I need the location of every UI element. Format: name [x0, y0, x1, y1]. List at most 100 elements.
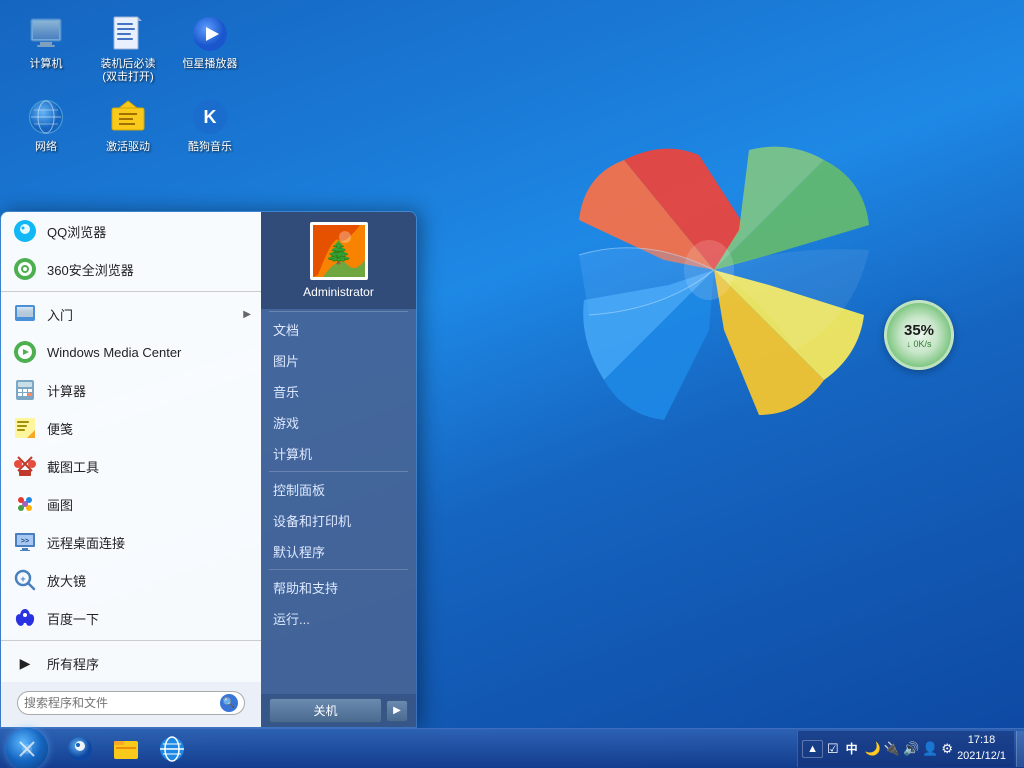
- tray-expand-button[interactable]: ▲: [802, 740, 823, 758]
- shutdown-bar: 关机 ▶: [261, 694, 416, 727]
- menu-item-all-programs[interactable]: ▶ 所有程序: [1, 644, 261, 682]
- user-name: Administrator: [303, 285, 374, 299]
- desktop-icon-computer[interactable]: 计算机: [10, 10, 82, 88]
- default-programs-label: 默认程序: [273, 542, 325, 561]
- start-orb[interactable]: [6, 728, 48, 768]
- menu-item-wmc[interactable]: Windows Media Center: [1, 333, 261, 371]
- taskbar-app-explorer[interactable]: [104, 731, 148, 767]
- sticky-notes-icon: [11, 414, 39, 442]
- menu-item-devices-printers[interactable]: 设备和打印机: [261, 505, 416, 536]
- menu-item-documents[interactable]: 文档: [261, 314, 416, 345]
- net-speed: ↓ 0K/s: [906, 339, 931, 349]
- menu-item-snipping[interactable]: 截图工具: [1, 447, 261, 485]
- all-programs-label: 所有程序: [47, 654, 251, 673]
- show-desktop-button[interactable]: [1016, 731, 1024, 767]
- shutdown-button[interactable]: 关机: [269, 698, 382, 723]
- wmc-icon: [11, 338, 39, 366]
- start-menu-right: 🌲 Administrator 文档 图片 音乐 游戏 计算机: [261, 212, 416, 727]
- intro-label: 入门: [47, 305, 235, 324]
- network-label: 网络: [35, 141, 57, 154]
- svg-text:🌲: 🌲: [325, 240, 352, 265]
- tray-icons-group: ☑ 中 🌙 🔌 🔊 👤 ⚙: [827, 738, 953, 759]
- network-icon-img: [26, 97, 66, 137]
- intro-icon: [11, 300, 39, 328]
- svg-text:K: K: [204, 107, 217, 127]
- clock[interactable]: 17:18 2021/12/1: [953, 733, 1010, 764]
- desktop-icon-kugou[interactable]: K 酷狗音乐: [174, 93, 246, 158]
- icon-row-2: 网络 激活驱动: [10, 93, 246, 158]
- menu-item-pictures[interactable]: 图片: [261, 345, 416, 376]
- tray-icon-gear[interactable]: ⚙: [941, 741, 953, 757]
- 360-browser-icon: [11, 255, 39, 283]
- kugou-icon-img: K: [190, 97, 230, 137]
- windows-logo: [524, 80, 904, 465]
- menu-item-sticky-notes[interactable]: 便笺: [1, 409, 261, 447]
- menu-item-control-panel[interactable]: 控制面板: [261, 474, 416, 505]
- pictures-label: 图片: [273, 351, 299, 370]
- tray-icon-moon[interactable]: 🌙: [865, 741, 881, 757]
- lang-indicator[interactable]: 中: [842, 738, 862, 759]
- desktop-icon-post-install[interactable]: 装机后必读(双击打开): [92, 10, 164, 88]
- shutdown-arrow[interactable]: ▶: [386, 700, 408, 722]
- documents-label: 文档: [273, 320, 299, 339]
- menu-item-games[interactable]: 游戏: [261, 407, 416, 438]
- magnifier-label: 放大镜: [47, 571, 251, 590]
- qq-browser-icon: [11, 217, 39, 245]
- menu-item-remote-desktop[interactable]: >> 远程桌面连接: [1, 523, 261, 561]
- qq-browser-label: QQ浏览器: [47, 222, 251, 241]
- svg-text:+: +: [20, 574, 25, 584]
- start-menu-left: QQ浏览器 360安全浏览器: [1, 212, 261, 727]
- menu-item-360-browser[interactable]: 360安全浏览器: [1, 250, 261, 288]
- remote-desktop-label: 远程桌面连接: [47, 533, 251, 552]
- search-input[interactable]: [24, 696, 220, 710]
- menu-item-intro[interactable]: 入门 ▶: [1, 295, 261, 333]
- tray-icon-checkbox[interactable]: ☑: [827, 741, 839, 757]
- menu-item-help-support[interactable]: 帮助和支持: [261, 572, 416, 603]
- right-spacer: [261, 634, 416, 694]
- taskbar-app-ie[interactable]: [150, 731, 194, 767]
- desktop-icon-network[interactable]: 网络: [10, 93, 82, 158]
- run-label: 运行...: [273, 609, 310, 628]
- tray-icon-sound[interactable]: 🔊: [903, 741, 919, 757]
- snipping-label: 截图工具: [47, 457, 251, 476]
- wmc-label: Windows Media Center: [47, 345, 251, 360]
- 360-browser-label: 360安全浏览器: [47, 260, 251, 279]
- menu-item-paint[interactable]: 画图: [1, 485, 261, 523]
- baidu-label: 百度一下: [47, 609, 251, 628]
- taskbar: ▲ ☑ 中 🌙 🔌 🔊 👤 ⚙ 17:18 2021/12/1: [0, 728, 1024, 768]
- start-button[interactable]: [0, 729, 54, 768]
- calculator-label: 计算器: [47, 381, 251, 400]
- menu-item-default-programs[interactable]: 默认程序: [261, 536, 416, 567]
- menu-item-computer-r[interactable]: 计算机: [261, 438, 416, 469]
- system-tray-area: ▲ ☑ 中 🌙 🔌 🔊 👤 ⚙ 17:18 2021/12/1: [797, 731, 1024, 767]
- hengxing-icon-img: [190, 14, 230, 54]
- start-menu: QQ浏览器 360安全浏览器: [0, 211, 417, 728]
- user-avatar[interactable]: 🌲: [310, 222, 368, 280]
- search-button[interactable]: 🔍: [220, 694, 238, 712]
- menu-item-magnifier[interactable]: + 放大镜: [1, 561, 261, 599]
- search-area: 🔍: [1, 682, 261, 727]
- help-support-label: 帮助和支持: [273, 578, 338, 597]
- tray-icon-power[interactable]: 🔌: [884, 741, 900, 757]
- net-percent: 35%: [904, 322, 934, 339]
- tray-icon-user[interactable]: 👤: [922, 741, 938, 757]
- desktop-icon-hengxing[interactable]: 恒星播放器: [174, 10, 246, 88]
- desktop-icon-activate[interactable]: 激活驱动: [92, 93, 164, 158]
- clock-date: 2021/12/1: [957, 749, 1006, 764]
- menu-divider-1: [1, 291, 261, 292]
- kugou-label: 酷狗音乐: [188, 141, 232, 154]
- right-divider-3: [269, 569, 409, 570]
- right-divider-1: [269, 311, 409, 312]
- music-label: 音乐: [273, 382, 299, 401]
- icon-row-1: 计算机 装机后必读(双击打开): [10, 10, 246, 88]
- menu-item-run[interactable]: 运行...: [261, 603, 416, 634]
- menu-item-calculator[interactable]: 计算器: [1, 371, 261, 409]
- taskbar-app-network[interactable]: [58, 731, 102, 767]
- menu-item-music[interactable]: 音乐: [261, 376, 416, 407]
- search-box[interactable]: 🔍: [17, 691, 245, 715]
- remote-desktop-icon: >>: [11, 528, 39, 556]
- menu-item-baidu[interactable]: 百度一下: [1, 599, 261, 637]
- calculator-icon: [11, 376, 39, 404]
- computer-r-label: 计算机: [273, 444, 312, 463]
- menu-item-qq-browser[interactable]: QQ浏览器: [1, 212, 261, 250]
